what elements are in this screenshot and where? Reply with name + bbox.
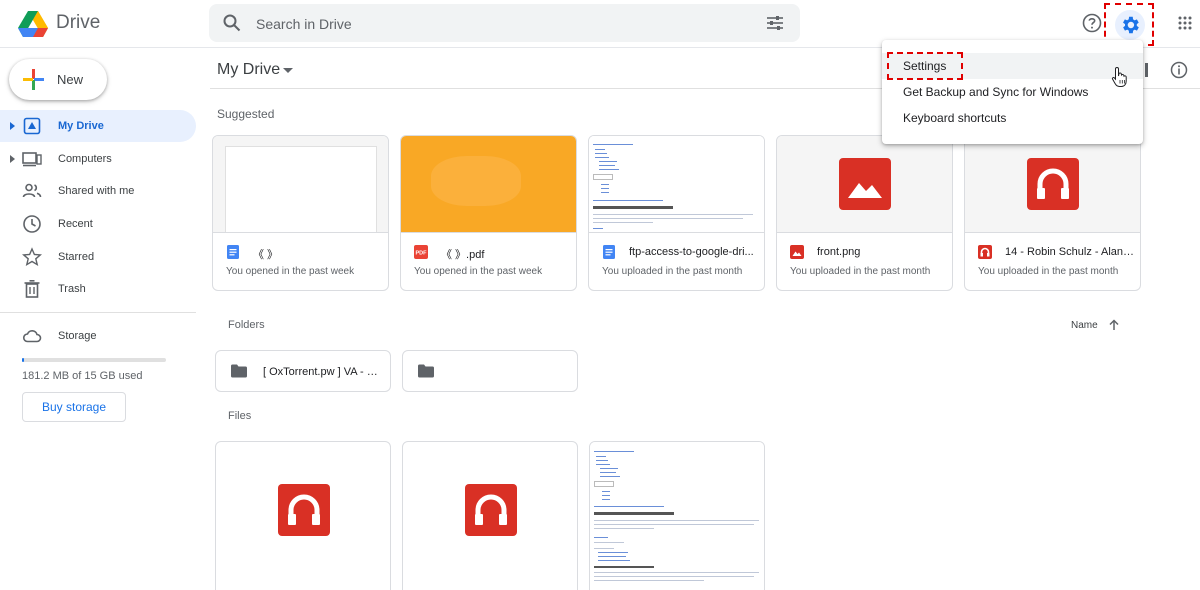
file-thumbnail xyxy=(589,136,764,233)
settings-highlight-box xyxy=(887,52,963,80)
brand-name[interactable]: Drive xyxy=(56,12,100,34)
file-card[interactable] xyxy=(589,441,765,590)
file-thumbnail xyxy=(590,442,764,590)
storage-used-text: 181.2 MB of 15 GB used xyxy=(22,370,143,382)
sidebar-item-shared-with-me[interactable]: Shared with me xyxy=(0,175,196,207)
suggested-file-card[interactable]: 《 》 You opened in the past week xyxy=(212,135,389,291)
audio-icon xyxy=(465,484,517,536)
sidebar-divider xyxy=(0,312,196,313)
sidebar-item-label: My Drive xyxy=(58,120,104,132)
sidebar-item-computers[interactable]: Computers xyxy=(0,143,196,175)
menu-item-backup-and-sync[interactable]: Get Backup and Sync for Windows xyxy=(882,79,1143,105)
star-icon xyxy=(22,247,42,267)
storage-usage-fill xyxy=(22,358,24,362)
suggested-file-card[interactable]: 14 - Robin Schulz - Alane... You uploade… xyxy=(964,135,1141,291)
search-options-icon[interactable] xyxy=(766,15,784,31)
file-name: 14 - Robin Schulz - Alane... xyxy=(1005,246,1137,258)
doc-file-icon xyxy=(227,245,239,259)
hand-cursor-icon xyxy=(1111,66,1127,87)
svg-text:PDF: PDF xyxy=(416,251,428,257)
file-activity: You uploaded in the past month xyxy=(978,266,1119,277)
file-name: front.png xyxy=(817,246,861,258)
people-icon xyxy=(22,183,42,198)
sidebar-item-label: Starred xyxy=(58,251,95,263)
file-name: 《 》.pdf xyxy=(441,249,485,261)
audio-file-icon xyxy=(978,245,992,259)
info-icon[interactable] xyxy=(1170,61,1188,79)
new-button[interactable]: New xyxy=(9,59,107,100)
gear-icon[interactable] xyxy=(1119,14,1141,36)
search-bar[interactable]: Search in Drive xyxy=(209,4,800,42)
computer-icon xyxy=(22,152,42,167)
trash-icon xyxy=(24,279,40,298)
pdf-file-icon: PDF xyxy=(414,245,428,259)
apps-grid-icon[interactable] xyxy=(1178,16,1192,30)
storage-usage-bar xyxy=(22,358,166,362)
menu-item-label: Keyboard shortcuts xyxy=(903,111,1007,125)
expand-caret-icon[interactable] xyxy=(10,122,15,130)
file-activity: You uploaded in the past month xyxy=(790,266,931,277)
sidebar-item-label: Storage xyxy=(58,330,97,342)
sort-by-label[interactable]: Name xyxy=(1071,320,1098,331)
file-thumbnail xyxy=(401,136,576,233)
help-icon[interactable] xyxy=(1082,13,1102,33)
sidebar-item-label: Recent xyxy=(58,218,93,230)
arrow-up-icon[interactable] xyxy=(1108,319,1120,331)
file-activity: You uploaded in the past month xyxy=(602,266,743,277)
sidebar-item-storage[interactable]: Storage xyxy=(0,320,196,352)
sidebar-item-recent[interactable]: Recent xyxy=(0,208,196,240)
sidebar-item-trash[interactable]: Trash xyxy=(0,273,196,305)
section-heading: Suggested xyxy=(217,107,275,121)
menu-item-label: Get Backup and Sync for Windows xyxy=(903,85,1089,99)
sidebar-item-starred[interactable]: Starred xyxy=(0,241,196,273)
sidebar-item-label: Trash xyxy=(58,283,86,295)
file-activity: You opened in the past week xyxy=(226,266,355,277)
file-card[interactable] xyxy=(402,441,578,590)
new-button-label: New xyxy=(57,72,84,87)
folder-item[interactable] xyxy=(402,350,578,392)
file-activity: You opened in the past week xyxy=(414,266,543,277)
folder-name: [ OxTorrent.pw ] VA - HI... xyxy=(263,366,383,378)
folder-icon xyxy=(418,364,434,378)
search-input[interactable]: Search in Drive xyxy=(256,16,352,32)
drive-logo-icon[interactable] xyxy=(18,10,48,38)
settings-button[interactable] xyxy=(1115,10,1145,40)
audio-icon xyxy=(1027,158,1079,210)
sidebar-item-label: Computers xyxy=(58,153,112,165)
clock-icon xyxy=(23,215,41,233)
buy-storage-button[interactable]: Buy storage xyxy=(22,392,126,422)
file-name: 《 》 xyxy=(253,249,279,261)
title-dropdown-icon[interactable] xyxy=(283,68,293,73)
doc-file-icon xyxy=(603,245,615,259)
image-file-icon xyxy=(790,245,804,259)
folder-icon xyxy=(231,364,247,378)
file-thumbnail xyxy=(213,136,388,233)
file-thumbnail xyxy=(965,136,1140,233)
suggested-file-card[interactable]: PDF 《 》.pdf You opened in the past week xyxy=(400,135,577,291)
audio-icon xyxy=(278,484,330,536)
expand-caret-icon[interactable] xyxy=(10,155,15,163)
section-heading: Folders xyxy=(228,319,265,331)
suggested-file-card[interactable]: ftp-access-to-google-dri... You uploaded… xyxy=(588,135,765,291)
sidebar-item-my-drive[interactable]: My Drive xyxy=(0,110,196,142)
plus-icon xyxy=(23,69,44,90)
search-icon[interactable] xyxy=(223,14,241,32)
sidebar-item-label: Shared with me xyxy=(58,185,135,197)
image-icon xyxy=(839,158,891,210)
file-card[interactable] xyxy=(215,441,391,590)
file-name: ftp-access-to-google-dri... xyxy=(629,246,754,258)
section-heading: Files xyxy=(228,410,252,422)
file-thumbnail xyxy=(777,136,952,233)
folder-item[interactable]: [ OxTorrent.pw ] VA - HI... xyxy=(215,350,391,392)
page-title[interactable]: My Drive xyxy=(217,61,280,79)
my-drive-icon xyxy=(23,117,41,135)
menu-item-keyboard-shortcuts[interactable]: Keyboard shortcuts xyxy=(882,105,1143,131)
suggested-file-card[interactable]: front.png You uploaded in the past month xyxy=(776,135,953,291)
cloud-icon xyxy=(22,330,42,343)
